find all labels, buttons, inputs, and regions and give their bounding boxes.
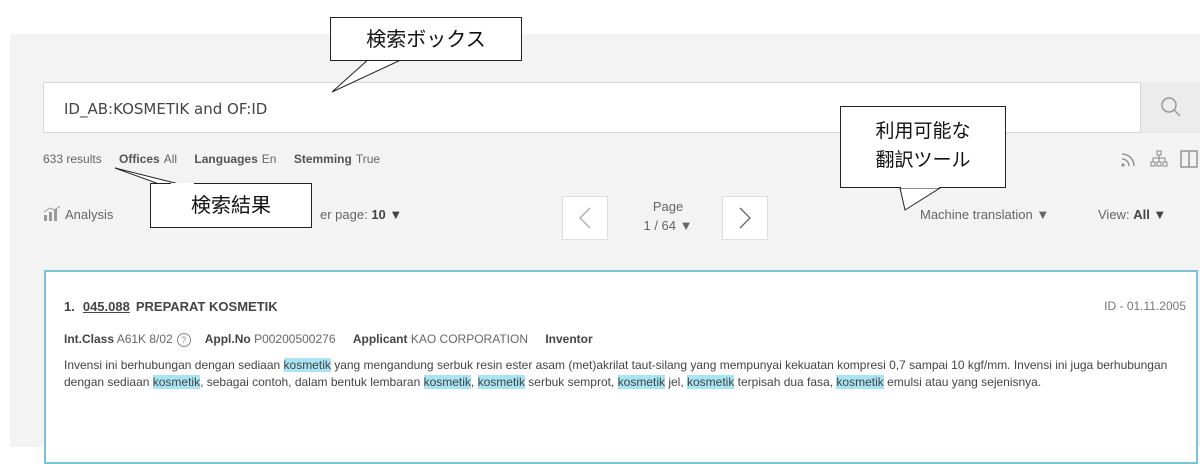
abstract-text: terpisah dua fasa,	[734, 375, 837, 389]
highlight: kosmetik	[687, 375, 735, 389]
analysis-button[interactable]: Analysis	[43, 205, 114, 222]
result-number: 1.	[64, 299, 75, 314]
applno-value: P00200500276	[254, 332, 336, 346]
result-count: 633 results	[43, 152, 102, 166]
view-value: All ▼	[1133, 207, 1167, 222]
rss-icon[interactable]	[1120, 150, 1138, 168]
search-button[interactable]	[1140, 82, 1200, 133]
result-info: Int.Class A61K 8/02? Appl.No P00200500276…	[64, 332, 593, 347]
page-label: Page	[652, 199, 684, 214]
view-label: View:	[1098, 207, 1130, 222]
next-page-button[interactable]	[722, 196, 768, 240]
intclass-value[interactable]: A61K 8/02	[117, 332, 173, 346]
view-select[interactable]: View: All ▼	[1098, 207, 1166, 222]
hierarchy-icon[interactable]	[1150, 150, 1168, 168]
translation-callout-line2: 翻訳ツール	[875, 149, 971, 171]
applicant-value: KAO CORPORATION	[410, 332, 528, 346]
stemming-value: True	[355, 152, 381, 166]
result-title-row: 1. 045.088 PREPARAT KOSMETIK	[64, 299, 278, 314]
search-input[interactable]	[62, 99, 966, 119]
tool-icons	[1120, 148, 1200, 170]
abstract-text: jel,	[664, 375, 687, 389]
result-abstract: Invensi ini berhubungan dengan sediaan k…	[64, 357, 1174, 391]
intclass-label: Int.Class	[64, 332, 115, 346]
applicant-label: Applicant	[352, 332, 408, 346]
chevron-right-icon	[739, 207, 751, 229]
offices-value: All	[163, 152, 178, 166]
highlight: kosmetik	[477, 375, 525, 389]
result-date: ID - 01.11.2005	[1104, 299, 1186, 313]
result-card: 1. 045.088 PREPARAT KOSMETIK ID - 01.11.20…	[44, 270, 1198, 464]
offices-label: Offices	[119, 152, 160, 166]
languages-value: En	[261, 152, 277, 166]
split-view-icon[interactable]	[1180, 150, 1198, 168]
translation-callout: 利用可能な 翻訳ツール	[840, 106, 1006, 188]
per-page-value: 10 ▼	[371, 207, 403, 222]
stemming-label: Stemming	[293, 152, 352, 166]
per-page-label: er page:	[320, 207, 368, 222]
highlight: kosmetik	[152, 375, 201, 389]
abstract-text: , sebagai contoh, dalam bentuk lembaran	[200, 375, 424, 389]
abstract-text: serbuk semprot,	[524, 375, 618, 389]
results-callout: 検索結果	[150, 183, 312, 228]
abstract-text: ,	[470, 375, 478, 389]
help-icon[interactable]: ?	[176, 333, 191, 347]
abstract-text: Invensi ini berhubungan dengan sediaan	[64, 358, 284, 372]
languages-label: Languages	[194, 152, 258, 166]
highlight: kosmetik	[836, 375, 884, 389]
chevron-left-icon	[579, 207, 591, 229]
analysis-label: Analysis	[65, 207, 114, 222]
highlight: kosmetik	[283, 358, 331, 372]
highlight: kosmetik	[617, 375, 665, 389]
result-title: PREPARAT KOSMETIK	[135, 299, 278, 314]
per-page-select[interactable]: er page: 10 ▼	[320, 207, 402, 222]
highlight: kosmetik	[423, 375, 471, 389]
search-meta: 633 results Offices All Languages En Stemm…	[43, 152, 380, 166]
inventor-label: Inventor	[545, 332, 593, 346]
page-value: 1 / 64 ▼	[643, 218, 693, 233]
applno-label: Appl.No	[204, 332, 251, 346]
result-id-link[interactable]: 045.088	[83, 299, 130, 314]
page-selector[interactable]: Page 1 / 64 ▼	[628, 197, 708, 235]
abstract-text: emulsi atau yang sejenisnya.	[883, 375, 1042, 389]
analysis-icon	[43, 205, 61, 221]
search-icon	[1161, 97, 1181, 117]
translation-callout-line1: 利用可能な	[875, 120, 971, 142]
machine-translation-select[interactable]: Machine translation ▼	[920, 207, 1049, 222]
search-box-callout: 検索ボックス	[330, 17, 522, 61]
prev-page-button[interactable]	[562, 196, 608, 240]
